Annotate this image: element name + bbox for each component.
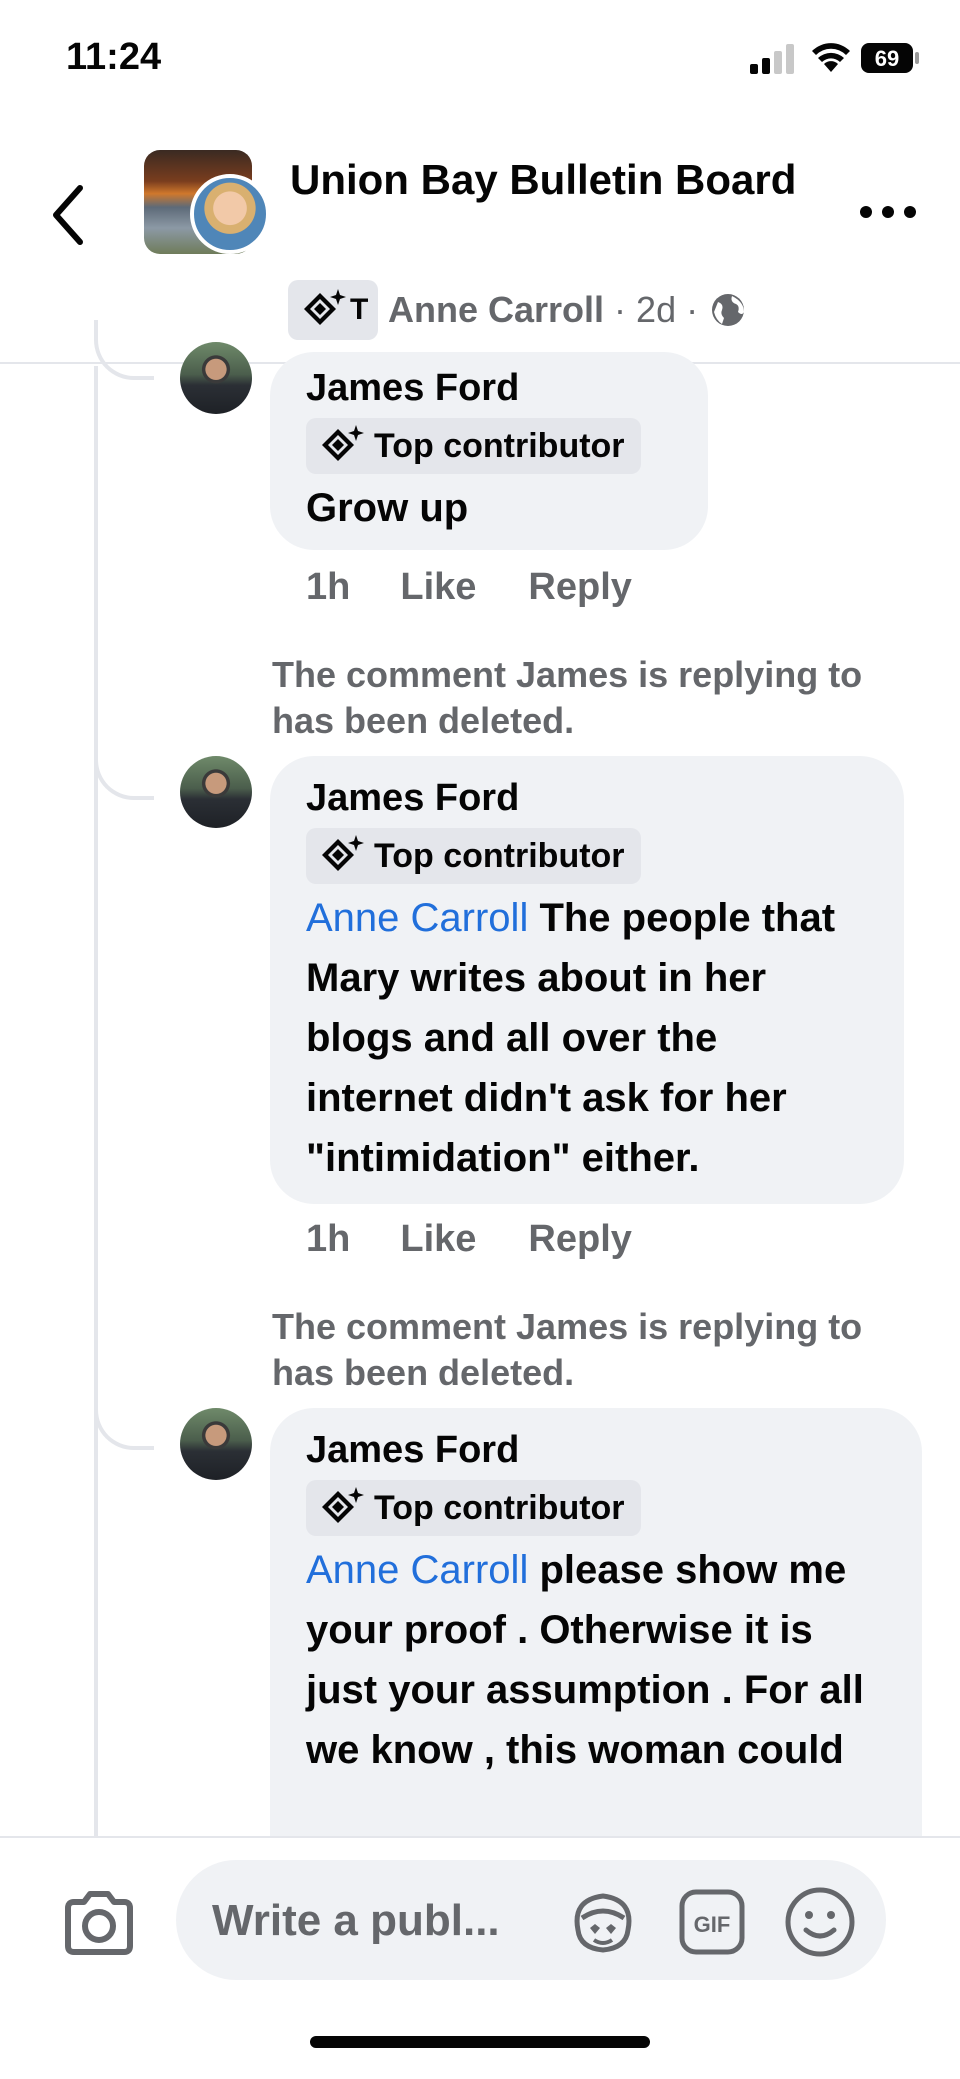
thread-connector	[94, 1390, 154, 1450]
poster-avatar[interactable]	[190, 174, 270, 254]
avatar[interactable]	[180, 1408, 252, 1480]
badge-letter: T	[350, 293, 369, 326]
like-button[interactable]: Like	[400, 1218, 476, 1261]
group-title[interactable]: Union Bay Bulletin Board	[290, 150, 810, 210]
comment-input-placeholder: Write a publ...	[212, 1896, 500, 1945]
signal-icon	[750, 44, 794, 74]
gif-icon[interactable]: GIF	[678, 1888, 746, 1956]
comment-actions: 1h Like Reply	[306, 1218, 632, 1261]
reply-button[interactable]: Reply	[528, 1218, 631, 1261]
mention-link[interactable]: Anne Carroll	[306, 1548, 528, 1592]
comment-author[interactable]: James Ford	[306, 364, 672, 412]
comment-composer: Write a publ... GIF	[0, 1836, 960, 2079]
mention-link[interactable]: Anne Carroll	[306, 896, 528, 940]
comment-bubble[interactable]: James Ford Top contributor Grow up	[270, 352, 708, 550]
battery-level: 69	[875, 46, 899, 71]
comment-input[interactable]: Write a publ... GIF	[176, 1860, 886, 1980]
comment-time[interactable]: 1h	[306, 1218, 350, 1261]
comment-author[interactable]: James Ford	[306, 774, 868, 822]
globe-icon	[712, 294, 745, 326]
top-contributor-badge: Top contributor	[306, 418, 641, 474]
top-contributor-icon	[322, 1487, 364, 1523]
reply-button[interactable]: Reply	[528, 566, 631, 609]
avatar-sticker-icon[interactable]	[568, 1890, 638, 1954]
camera-icon[interactable]	[62, 1890, 136, 1956]
thread-line	[94, 366, 98, 1836]
post-age[interactable]: 2d	[636, 289, 676, 331]
top-contributor-icon	[322, 425, 364, 461]
comment-text: Anne Carroll The people that Mary writes…	[306, 888, 868, 1188]
like-button[interactable]: Like	[400, 566, 476, 609]
comment-time[interactable]: 1h	[306, 566, 350, 609]
deleted-reply-note: The comment James is replying to has bee…	[272, 654, 863, 741]
top-contributor-badge: Top contributor	[306, 828, 641, 884]
top-contributor-icon	[304, 289, 346, 325]
top-contributor-badge: T	[288, 280, 378, 340]
comment-text: Grow up	[306, 486, 469, 530]
meta-separator: ·	[686, 289, 699, 330]
deleted-reply-note: The comment James is replying to has bee…	[272, 1306, 863, 1393]
status-bar: 11:24 69	[0, 0, 960, 110]
avatar[interactable]	[180, 756, 252, 828]
comment-author[interactable]: James Ford	[306, 1426, 886, 1474]
badge-label: Top contributor	[374, 426, 625, 465]
battery-icon: 69	[860, 42, 920, 74]
top-contributor-icon	[322, 835, 364, 871]
wifi-icon	[812, 43, 850, 72]
comment-actions: 1h Like Reply	[306, 566, 632, 609]
poster-name[interactable]: Anne Carroll	[388, 289, 604, 331]
home-indicator	[310, 2036, 650, 2048]
badge-label: Top contributor	[374, 1488, 625, 1527]
top-contributor-badge: Top contributor	[306, 1480, 641, 1536]
thread-connector	[94, 740, 154, 800]
thread-connector	[94, 320, 154, 380]
comment-text: Anne Carroll please show me your proof .…	[306, 1540, 886, 1780]
emoji-icon[interactable]	[784, 1886, 856, 1958]
post-meta: T Anne Carroll · 2d ·	[288, 280, 746, 340]
more-icon[interactable]	[858, 202, 918, 222]
status-time: 11:24	[66, 36, 162, 78]
svg-text:GIF: GIF	[694, 1912, 731, 1937]
badge-label: Top contributor	[374, 836, 625, 875]
comment-bubble[interactable]: James Ford Top contributor Anne Carroll …	[270, 756, 904, 1204]
meta-separator: ·	[614, 289, 627, 330]
avatar[interactable]	[180, 342, 252, 414]
back-icon[interactable]	[48, 180, 88, 250]
